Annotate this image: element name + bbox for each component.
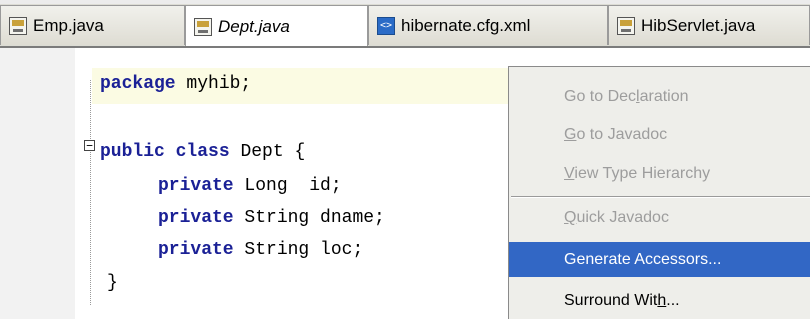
java-file-icon <box>194 18 212 36</box>
code-line-package[interactable]: package myhib; <box>100 74 251 94</box>
code-line-class-declaration[interactable]: public class Dept { <box>100 142 305 162</box>
keyword: package <box>100 74 176 94</box>
code-text: String dname; <box>233 208 385 228</box>
menu-item-generate-accessors[interactable]: Generate Accessors... <box>509 242 810 277</box>
mnemonic: h <box>657 292 667 309</box>
code-line-closing-brace[interactable]: } <box>107 273 118 293</box>
menu-separator-highlight <box>511 197 810 198</box>
tab-emp-java[interactable]: Emp.java <box>0 5 185 45</box>
keyword: public <box>100 142 165 162</box>
mnemonic: V <box>564 165 575 182</box>
keyword: private <box>158 176 234 196</box>
tab-bar-top-line <box>0 0 810 4</box>
menu-item-label: Generate Accessors... <box>564 251 722 268</box>
tab-hibservlet-java[interactable]: HibServlet.java <box>608 5 810 45</box>
code-text: myhib; <box>175 74 252 94</box>
menu-item-go-to-declaration[interactable]: Go to Declaration <box>509 79 810 114</box>
menu-item-label: Surround Wit <box>564 292 658 309</box>
tab-label: HibServlet.java <box>641 15 756 35</box>
code-text: Long id; <box>233 176 342 196</box>
code-line-field-loc[interactable]: private String loc; <box>158 240 363 260</box>
tab-dept-java[interactable]: Dept.java <box>185 5 368 48</box>
keyword: private <box>158 208 234 228</box>
java-file-icon <box>9 16 27 35</box>
menu-item-surround-with[interactable]: Surround With... <box>509 283 810 318</box>
code-text: String loc; <box>233 240 364 260</box>
java-file-icon <box>617 16 635 35</box>
menu-item-label: Go to Dec <box>564 88 637 105</box>
editor-context-menu: Go to Declaration Go to Javadoc View Typ… <box>508 66 810 319</box>
menu-item-label: uick Javadoc <box>576 209 669 226</box>
mnemonic: Q <box>564 209 577 226</box>
editor-tab-bar: Emp.java Dept.java <> hibernate.cfg.xml … <box>0 0 810 48</box>
keyword: class <box>175 142 230 162</box>
tab-bar-separator <box>0 46 810 48</box>
mnemonic: G <box>564 126 577 143</box>
tab-label: hibernate.cfg.xml <box>401 15 531 35</box>
tab-label: Emp.java <box>33 15 104 35</box>
code-line-field-id[interactable]: private Long id; <box>158 176 342 196</box>
tab-label: Dept.java <box>218 17 290 36</box>
code-text: Dept { <box>229 142 306 162</box>
tab-hibernate-cfg-xml[interactable]: <> hibernate.cfg.xml <box>368 5 608 45</box>
xml-file-icon: <> <box>377 16 395 35</box>
collapse-fold-icon[interactable]: − <box>84 140 95 151</box>
menu-item-quick-javadoc[interactable]: Quick Javadoc <box>509 200 810 235</box>
keyword: private <box>158 240 234 260</box>
menu-item-go-to-javadoc[interactable]: Go to Javadoc <box>509 117 810 152</box>
menu-item-label: o to Javadoc <box>576 126 668 143</box>
menu-item-label: aration <box>639 88 689 105</box>
menu-item-label: iew Type Hierarchy <box>574 165 711 182</box>
menu-item-label: ... <box>666 292 680 309</box>
fold-guide-line <box>90 80 91 305</box>
line-number-gutter <box>0 48 75 319</box>
menu-item-view-type-hierarchy[interactable]: View Type Hierarchy <box>509 156 810 191</box>
code-line-field-dname[interactable]: private String dname; <box>158 208 385 228</box>
